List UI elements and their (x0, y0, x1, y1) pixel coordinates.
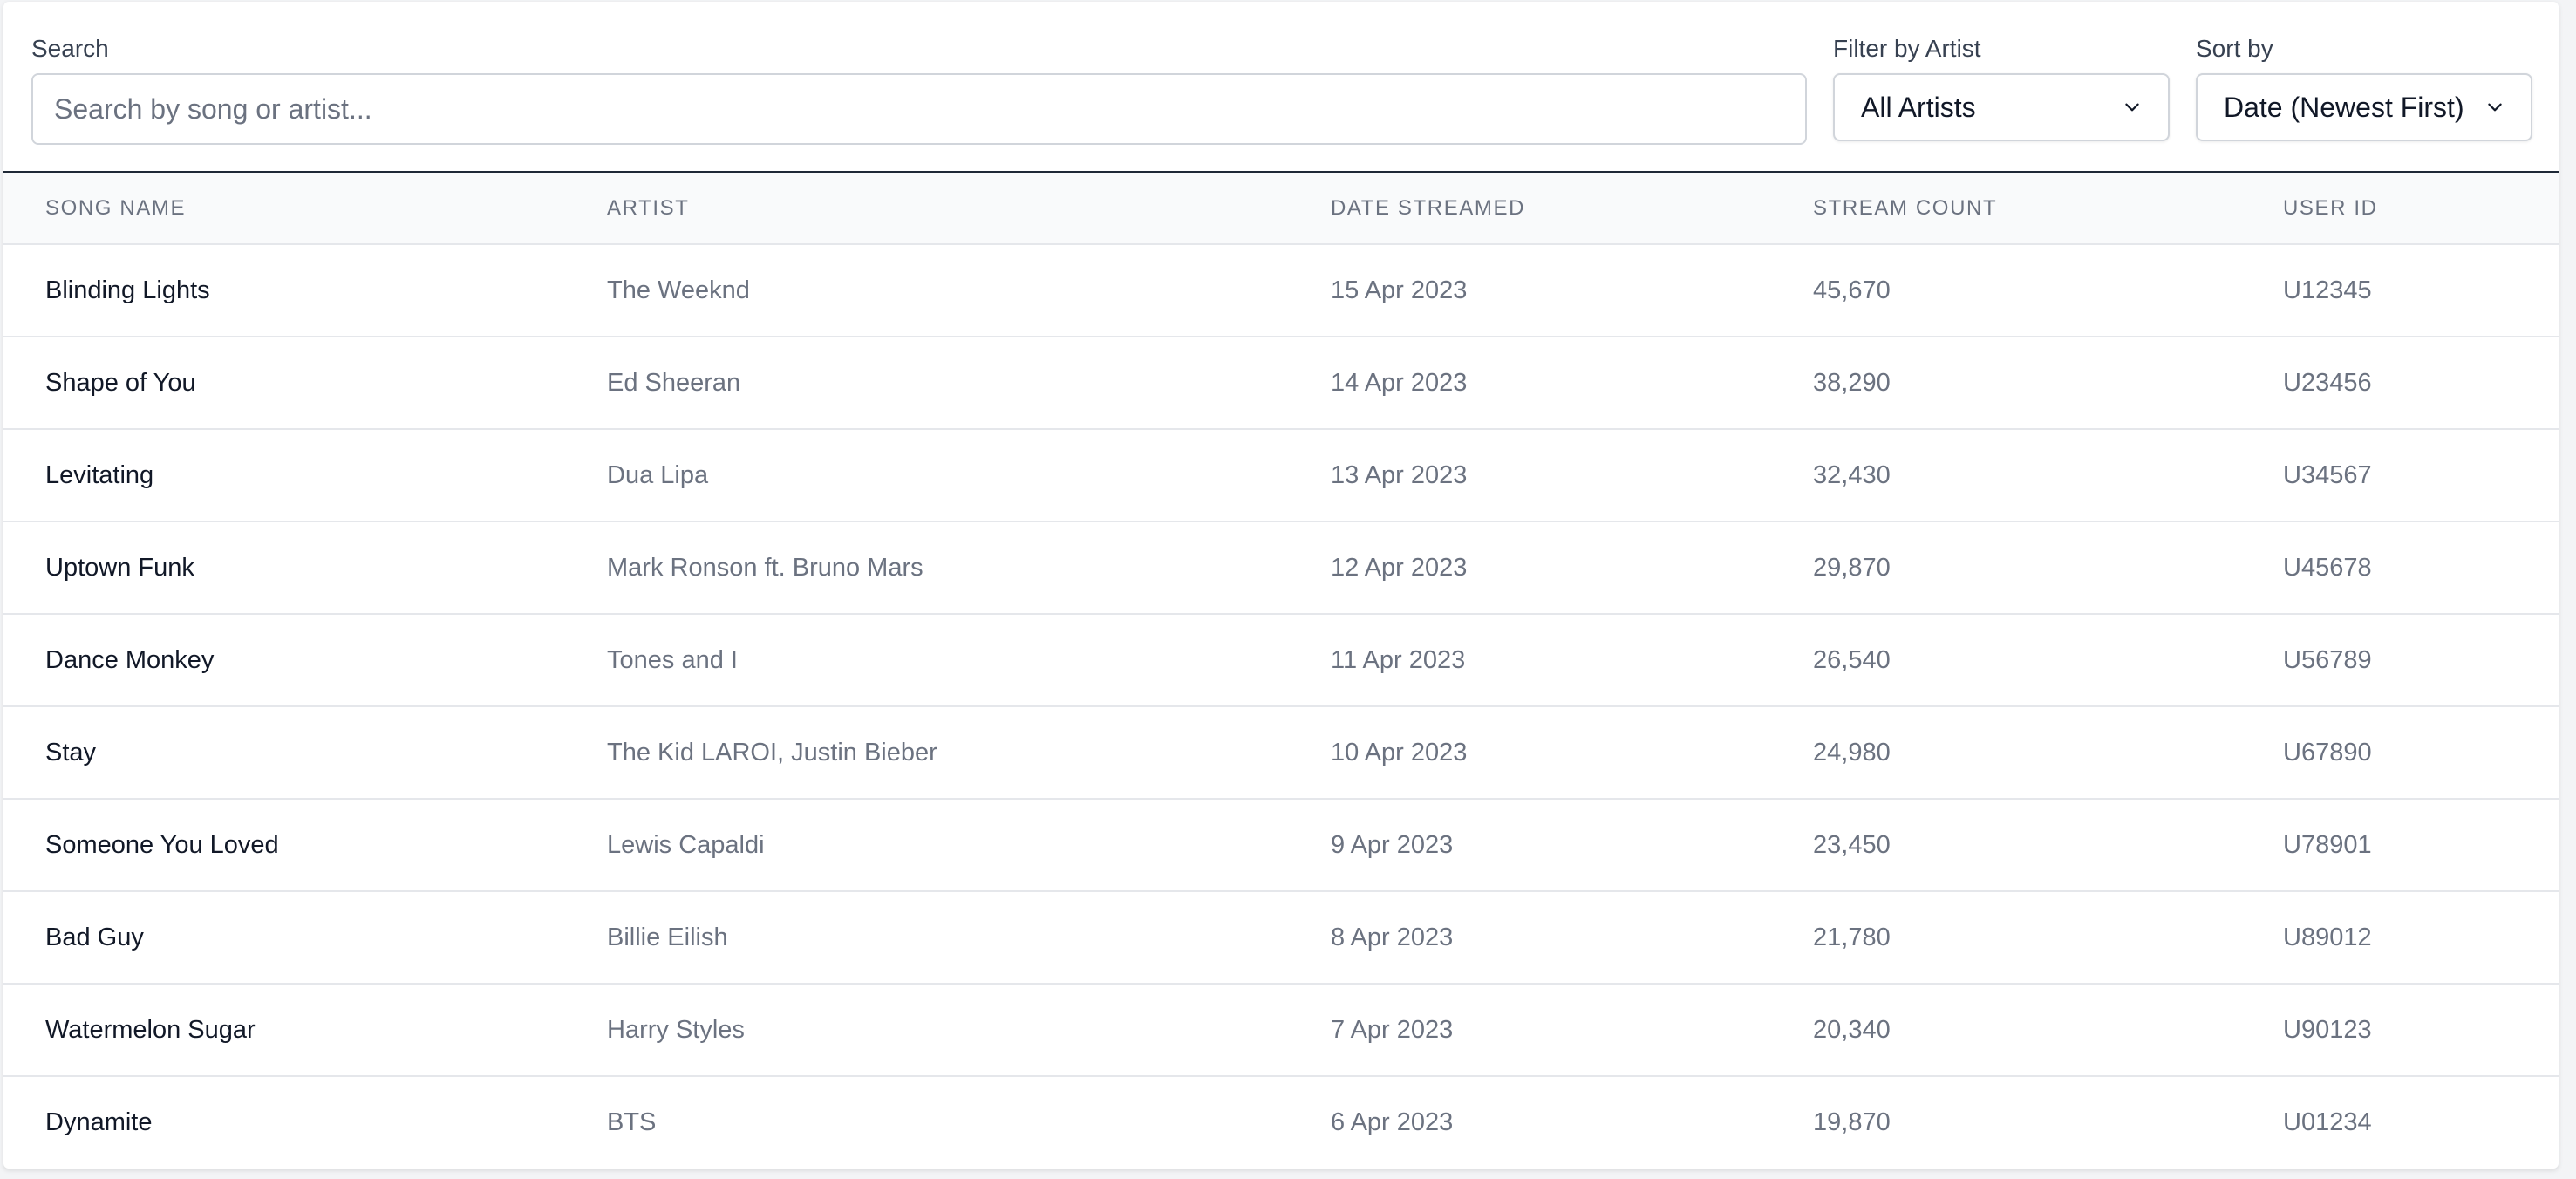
table-header-row: SONG NAME ARTIST DATE STREAMED STREAM CO… (3, 173, 2559, 245)
artist-filter-group: Filter by Artist All Artists (1833, 33, 2170, 141)
artist-cell: Lewis Capaldi (607, 830, 765, 859)
date-streamed-cell: 10 Apr 2023 (1331, 738, 1468, 767)
table-row[interactable]: Stay The Kid LAROI, Justin Bieber 10 Apr 2… (3, 706, 2559, 799)
song-name-cell: Blinding Lights (45, 276, 210, 304)
artist-cell: Mark Ronson ft. Bruno Mars (607, 553, 923, 582)
stream-count-cell: 32,430 (1813, 460, 1891, 489)
song-name-cell: Shape of You (45, 368, 196, 397)
search-label: Search (31, 35, 109, 62)
stream-history-panel: Search Filter by Artist All Artists Sort… (3, 2, 2559, 1169)
column-header-artist[interactable]: ARTIST (565, 173, 1289, 245)
user-id-cell: U34567 (2283, 460, 2372, 489)
table-row[interactable]: Shape of You Ed Sheeran 14 Apr 2023 38,290 U… (3, 337, 2559, 429)
artist-cell: Ed Sheeran (607, 368, 741, 397)
user-id-cell: U90123 (2283, 1015, 2372, 1044)
stream-count-cell: 24,980 (1813, 738, 1891, 767)
user-id-cell: U67890 (2283, 738, 2372, 767)
table-row[interactable]: Levitating Dua Lipa 13 Apr 2023 32,430 U3456… (3, 429, 2559, 521)
stream-count-cell: 29,870 (1813, 553, 1891, 582)
stream-count-cell: 21,780 (1813, 923, 1891, 951)
song-name-cell: Bad Guy (45, 923, 144, 951)
chevron-down-icon (2125, 103, 2139, 112)
stream-count-cell: 23,450 (1813, 830, 1891, 859)
stream-count-cell: 20,340 (1813, 1015, 1891, 1044)
song-name-cell: Uptown Funk (45, 553, 194, 582)
table-body: Blinding Lights The Weeknd 15 Apr 2023 45,6… (3, 244, 2559, 1169)
song-name-cell: Levitating (45, 460, 154, 489)
sort-group: Sort by Date (Newest First) (2196, 33, 2532, 141)
user-id-cell: U89012 (2283, 923, 2372, 951)
song-name-cell: Dynamite (45, 1108, 153, 1136)
user-id-cell: U12345 (2283, 276, 2372, 304)
date-streamed-cell: 13 Apr 2023 (1331, 460, 1468, 489)
table-row[interactable]: Watermelon Sugar Harry Styles 7 Apr 2023 20… (3, 984, 2559, 1076)
user-id-cell: U56789 (2283, 645, 2372, 674)
sort-select[interactable]: Date (Newest First) (2196, 73, 2532, 141)
table-row[interactable]: Bad Guy Billie Eilish 8 Apr 2023 21,780 U890… (3, 891, 2559, 984)
user-id-cell: U01234 (2283, 1108, 2372, 1136)
stream-count-cell: 19,870 (1813, 1108, 1891, 1136)
artist-cell: The Weeknd (607, 276, 750, 304)
table-row[interactable]: Uptown Funk Mark Ronson ft. Bruno Mars 12 … (3, 521, 2559, 614)
artist-filter-select[interactable]: All Artists (1833, 73, 2170, 141)
stream-count-cell: 45,670 (1813, 276, 1891, 304)
chevron-down-icon (2488, 103, 2502, 112)
date-streamed-cell: 8 Apr 2023 (1331, 923, 1454, 951)
date-streamed-cell: 15 Apr 2023 (1331, 276, 1468, 304)
artist-cell: BTS (607, 1108, 657, 1136)
song-name-cell: Watermelon Sugar (45, 1015, 256, 1044)
date-streamed-cell: 7 Apr 2023 (1331, 1015, 1454, 1044)
date-streamed-cell: 11 Apr 2023 (1331, 645, 1466, 674)
stream-count-cell: 26,540 (1813, 645, 1891, 674)
search-field-group: Search (31, 33, 1807, 145)
date-streamed-cell: 6 Apr 2023 (1331, 1108, 1454, 1136)
stream-count-cell: 38,290 (1813, 368, 1891, 397)
date-streamed-cell: 12 Apr 2023 (1331, 553, 1468, 582)
sort-label: Sort by (2196, 35, 2273, 62)
user-id-cell: U23456 (2283, 368, 2372, 397)
date-streamed-cell: 9 Apr 2023 (1331, 830, 1454, 859)
artist-cell: Harry Styles (607, 1015, 745, 1044)
streams-table: SONG NAME ARTIST DATE STREAMED STREAM CO… (3, 173, 2559, 1169)
table-row[interactable]: Dynamite BTS 6 Apr 2023 19,870 U01234 (3, 1076, 2559, 1169)
column-header-user-id[interactable]: USER ID (2241, 173, 2559, 245)
column-header-date-streamed[interactable]: DATE STREAMED (1289, 173, 1771, 245)
artist-cell: Tones and I (607, 645, 738, 674)
artist-cell: The Kid LAROI, Justin Bieber (607, 738, 937, 767)
artist-cell: Dua Lipa (607, 460, 709, 489)
artist-filter-label: Filter by Artist (1833, 35, 1981, 62)
table-row[interactable]: Blinding Lights The Weeknd 15 Apr 2023 45,6… (3, 244, 2559, 337)
sort-value: Date (Newest First) (2224, 91, 2464, 123)
user-id-cell: U45678 (2283, 553, 2372, 582)
song-name-cell: Someone You Loved (45, 830, 279, 859)
table-row[interactable]: Dance Monkey Tones and I 11 Apr 2023 26,540… (3, 614, 2559, 706)
artist-cell: Billie Eilish (607, 923, 728, 951)
table-row[interactable]: Someone You Loved Lewis Capaldi 9 Apr 2023… (3, 799, 2559, 891)
column-header-song-name[interactable]: SONG NAME (3, 173, 565, 245)
search-input[interactable] (31, 73, 1807, 145)
artist-filter-value: All Artists (1861, 91, 1976, 123)
date-streamed-cell: 14 Apr 2023 (1331, 368, 1468, 397)
column-header-stream-count[interactable]: STREAM COUNT (1771, 173, 2241, 245)
filter-bar: Search Filter by Artist All Artists Sort… (3, 2, 2559, 173)
song-name-cell: Dance Monkey (45, 645, 215, 674)
song-name-cell: Stay (45, 738, 97, 767)
user-id-cell: U78901 (2283, 830, 2372, 859)
